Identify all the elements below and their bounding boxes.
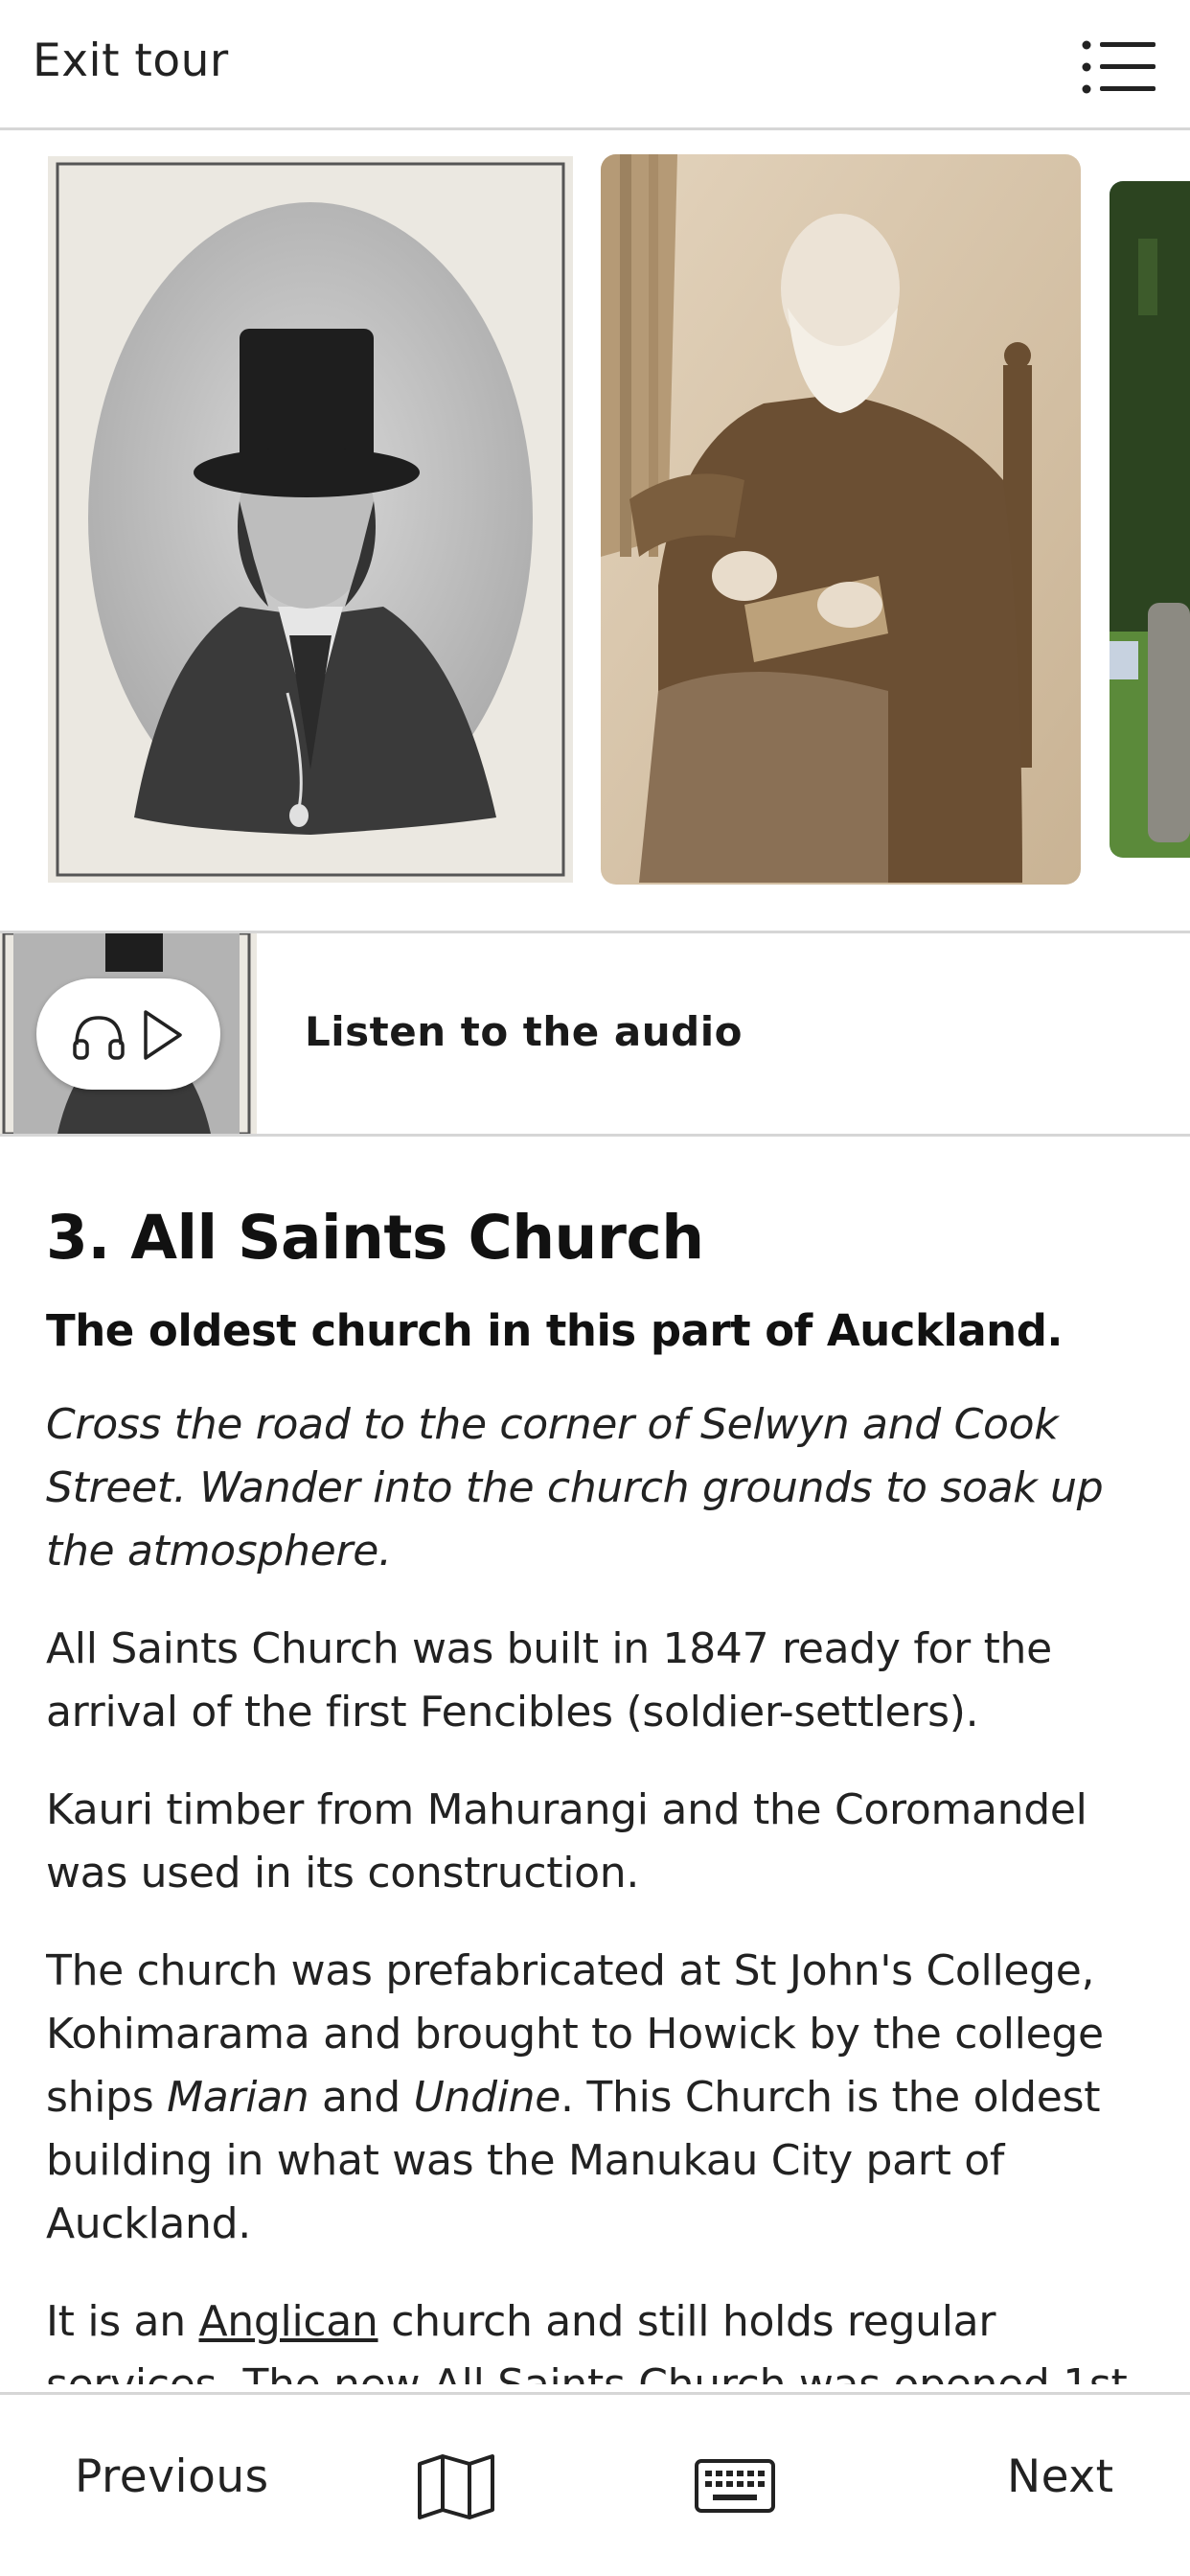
audio-play-button[interactable] bbox=[36, 978, 220, 1090]
listen-audio-label[interactable]: Listen to the audio bbox=[305, 1008, 743, 1055]
stop-subtitle: The oldest church in this part of Auckla… bbox=[46, 1305, 1064, 1356]
stop-content: 3. All Saints Church The oldest church i… bbox=[46, 1196, 1148, 2384]
stop-paragraph-4: It is an Anglican church and still holds… bbox=[46, 2290, 1148, 2384]
next-button[interactable]: Next bbox=[1007, 2450, 1114, 2503]
menu-button[interactable] bbox=[1081, 38, 1157, 96]
gallery-image-seated-clergyman[interactable] bbox=[601, 154, 1081, 885]
previous-button[interactable]: Previous bbox=[75, 2450, 269, 2503]
bottom-navigation: Previous Next bbox=[0, 2392, 1190, 2576]
stop-paragraph-2: Kauri timber from Mahurangi and the Coro… bbox=[46, 1785, 1087, 1898]
gallery-image-church-grounds[interactable] bbox=[1110, 181, 1190, 858]
keyboard-icon bbox=[695, 2459, 775, 2513]
headphones-icon bbox=[73, 1016, 125, 1060]
para3-text-and: and bbox=[309, 2073, 414, 2122]
stop-title: 3. All Saints Church bbox=[46, 1203, 704, 1273]
play-icon bbox=[144, 1010, 182, 1060]
ship-name-undine: Undine bbox=[413, 2073, 561, 2122]
map-icon bbox=[418, 2454, 494, 2519]
top-bar: Exit tour bbox=[0, 0, 1190, 130]
stop-paragraph-1: All Saints Church was built in 1847 read… bbox=[46, 1624, 1052, 1736]
list-menu-icon bbox=[1082, 40, 1156, 94]
anglican-link[interactable]: Anglican bbox=[199, 2297, 378, 2346]
stop-directions: Cross the road to the corner of Selwyn a… bbox=[46, 1400, 1104, 1576]
para4-prefix: It is an bbox=[46, 2297, 199, 2346]
stop-paragraph-3: The church was prefabricated at St John'… bbox=[46, 1940, 1148, 2256]
map-button[interactable] bbox=[416, 2452, 496, 2519]
keyboard-button[interactable] bbox=[694, 2458, 776, 2514]
gallery-image-portrait-top-hat[interactable] bbox=[48, 156, 573, 883]
image-gallery[interactable] bbox=[0, 133, 1190, 929]
audio-player-bar[interactable]: Listen to the audio bbox=[0, 931, 1190, 1137]
ship-name-marian: Marian bbox=[167, 2073, 309, 2122]
exit-tour-link[interactable]: Exit tour bbox=[33, 34, 229, 87]
